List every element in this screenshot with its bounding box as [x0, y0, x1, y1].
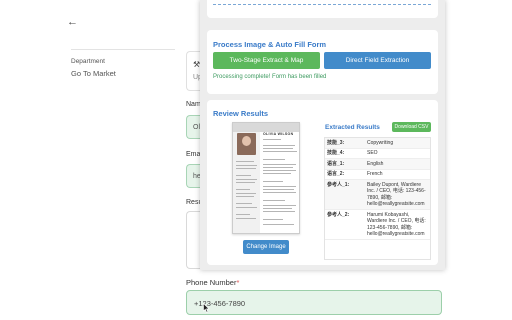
upload-card[interactable]: ⚒ Up	[186, 51, 202, 91]
department-value: Go To Market	[71, 69, 116, 78]
result-value: English	[367, 160, 384, 167]
name-label: Nam	[186, 101, 201, 108]
result-key: 技能_3:	[327, 139, 345, 146]
direct-extraction-button[interactable]: Direct Field Extraction	[324, 52, 431, 69]
phone-input[interactable]: +123-456-7890	[186, 290, 442, 315]
process-title: Process Image & Auto Fill Form	[213, 40, 327, 49]
resume-image: OLIVIA WILSON	[232, 122, 300, 234]
upload-dropzone-card	[207, 0, 438, 18]
result-key: 参考人_1:	[327, 181, 350, 188]
divider	[71, 49, 175, 50]
download-csv-button[interactable]: Download CSV	[392, 122, 431, 132]
phone-label-text: Phone Number	[186, 278, 237, 287]
result-row: 语言_1: English	[325, 159, 430, 170]
change-image-button[interactable]: Change Image	[243, 240, 289, 254]
result-row: 语言_2: French	[325, 170, 430, 180]
two-stage-extract-button[interactable]: Two-Stage Extract & Map	[213, 52, 320, 69]
result-key: 技能_4:	[327, 150, 345, 156]
phone-label: Phone Number*	[186, 278, 239, 287]
result-key: 参考人_2:	[327, 211, 350, 218]
results-table[interactable]: 技能_3: Copywriting 技能_4: SEO 语言_1: English 语…	[324, 137, 431, 260]
result-row: 参考人_2: Harumi Kobayashi, Wardiere Inc. / …	[325, 210, 430, 240]
email-label: Ema	[186, 151, 201, 158]
result-row: 参考人_1: Bailey Dupont, Wardiere Inc. / CEO…	[325, 180, 430, 210]
result-row: 技能_3: Copywriting	[325, 138, 430, 149]
status-message: Processing complete! Form has been fille…	[213, 74, 327, 80]
result-value: Harumi Kobayashi, Wardiere Inc. / CEO, 电…	[367, 211, 426, 238]
back-arrow-icon[interactable]: ←	[67, 17, 78, 28]
dropzone-border[interactable]	[213, 4, 431, 5]
required-mark: *	[236, 278, 240, 287]
mouse-cursor-icon	[203, 303, 210, 313]
resume-name: OLIVIA WILSON	[263, 132, 294, 136]
result-key: 语言_2:	[327, 171, 345, 177]
result-value: SEO	[367, 150, 378, 156]
result-value: Bailey Dupont, Wardiere Inc. / CEO, 电话: …	[367, 181, 426, 208]
result-row: 技能_4: SEO	[325, 149, 430, 159]
review-title: Review Results	[213, 109, 269, 118]
result-key: 语言_1:	[327, 160, 345, 167]
result-value: Copywriting	[367, 139, 394, 146]
department-label: Department	[71, 58, 105, 65]
result-value: French	[367, 171, 383, 177]
extracted-results-title: Extracted Results	[325, 124, 380, 131]
